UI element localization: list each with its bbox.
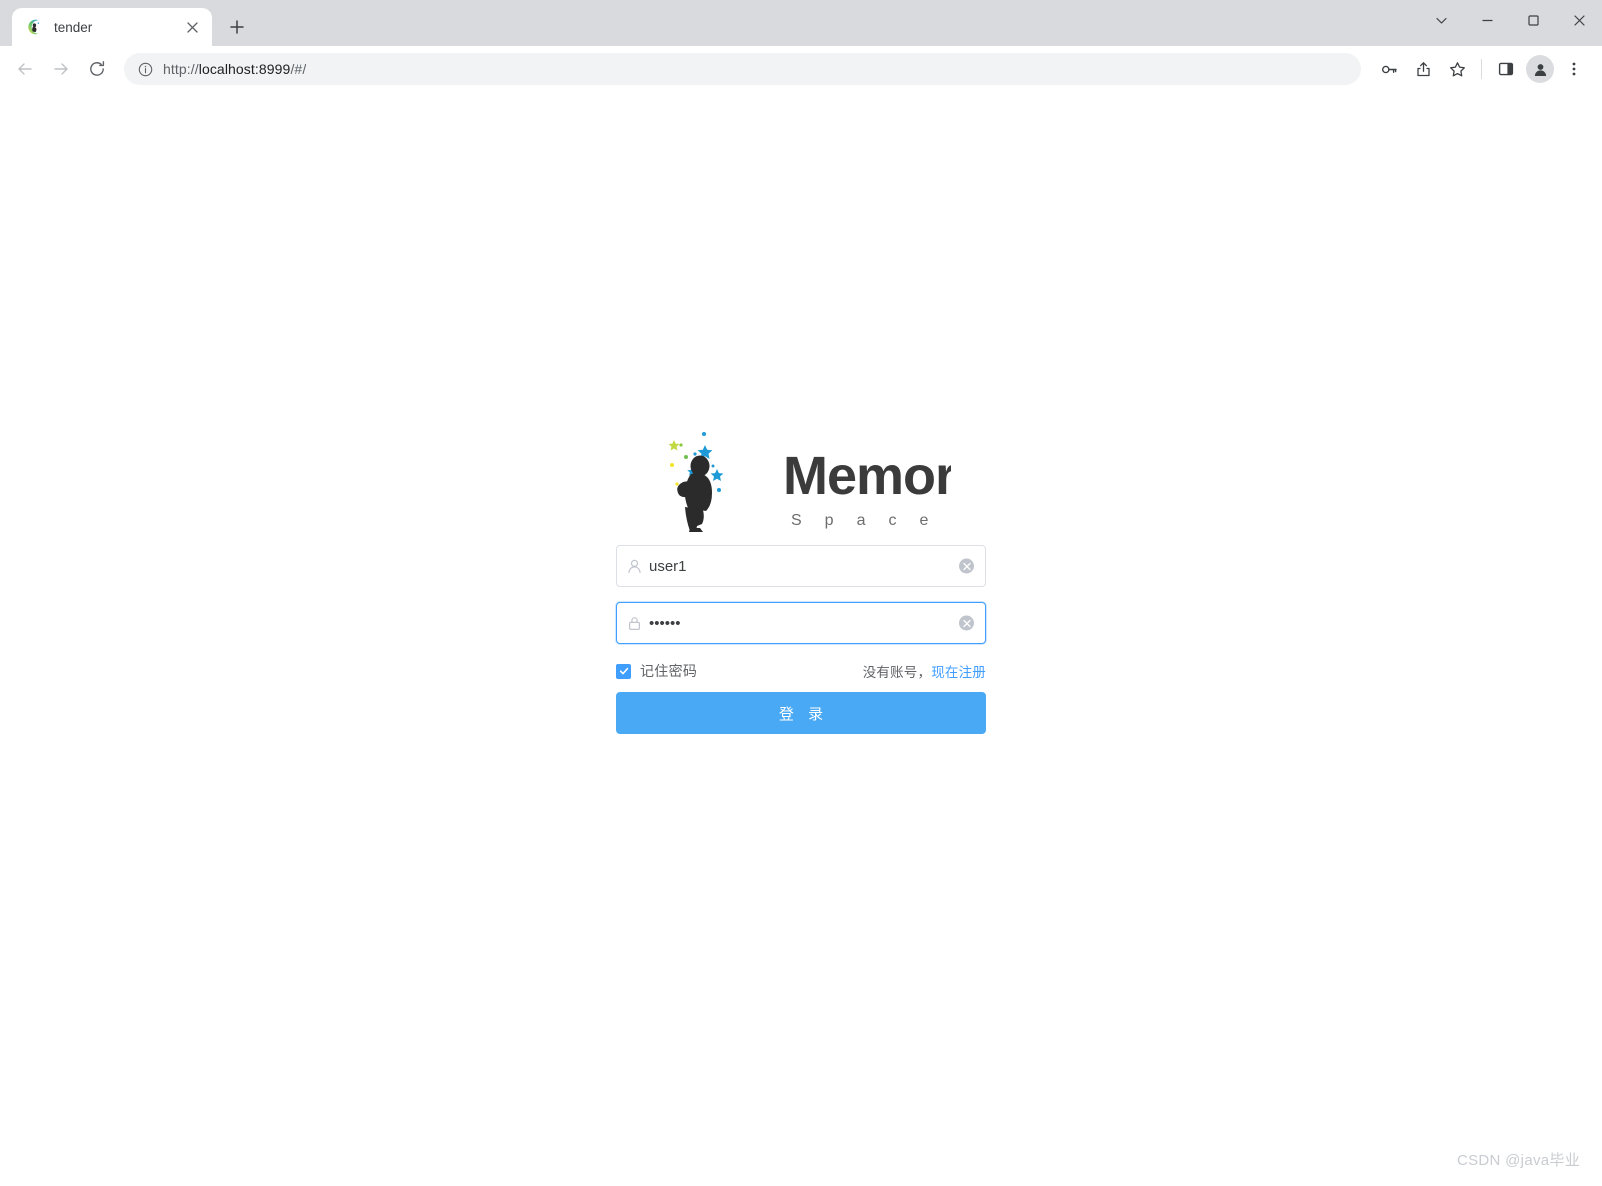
register-hint-text: 没有账号， bbox=[862, 665, 932, 680]
register-hint: 没有账号，现在注册 bbox=[863, 661, 986, 681]
url-suffix: /#/ bbox=[290, 61, 307, 77]
login-button[interactable]: 登 录 bbox=[616, 692, 986, 734]
window-close-icon[interactable] bbox=[1556, 0, 1602, 40]
page-viewport: Memory Space bbox=[0, 92, 1602, 1186]
browser-window: tender http://localhost:8999/#/ Memor Sp… bbox=[0, 0, 1602, 1186]
password-clear-icon[interactable] bbox=[959, 615, 974, 631]
logo-brand-subtitle: Space bbox=[791, 512, 951, 529]
memory-space-logo: Memory Space bbox=[668, 420, 951, 532]
login-form: 记住密码 没有账号，现在注册 登 录 bbox=[616, 545, 986, 734]
remember-password-group[interactable]: 记住密码 bbox=[616, 661, 697, 681]
key-icon[interactable] bbox=[1373, 53, 1405, 85]
moon-logo-favicon-icon bbox=[28, 19, 40, 35]
register-link[interactable]: 现在注册 bbox=[931, 665, 986, 680]
username-clear-icon[interactable] bbox=[959, 558, 974, 574]
remember-password-checkbox[interactable] bbox=[616, 663, 631, 679]
toolbar-divider bbox=[1481, 59, 1482, 79]
maximize-icon[interactable] bbox=[1510, 0, 1556, 40]
tab-title: tender bbox=[54, 19, 93, 35]
checkmark-icon bbox=[619, 667, 628, 675]
login-container: Memory Space bbox=[0, 412, 1602, 734]
address-bar[interactable]: http://localhost:8999/#/ bbox=[124, 53, 1361, 85]
username-field[interactable] bbox=[616, 545, 986, 587]
tab-close-icon[interactable] bbox=[182, 17, 202, 37]
avatar[interactable] bbox=[1526, 55, 1554, 83]
profile-avatar-icon[interactable] bbox=[1524, 53, 1556, 85]
csdn-watermark: CSDN @java毕业 bbox=[1456, 1152, 1580, 1169]
browser-toolbar: http://localhost:8999/#/ bbox=[0, 46, 1602, 92]
user-icon bbox=[627, 559, 642, 574]
url-prefix: http:// bbox=[163, 61, 199, 77]
url-text: http://localhost:8999/#/ bbox=[163, 61, 306, 77]
share-icon[interactable] bbox=[1407, 53, 1439, 85]
username-input[interactable] bbox=[649, 546, 951, 586]
url-host: localhost:8999 bbox=[198, 61, 291, 77]
remember-password-label: 记住密码 bbox=[640, 663, 698, 679]
lock-icon bbox=[627, 616, 642, 631]
browser-tab[interactable]: tender bbox=[12, 8, 212, 46]
tab-strip: tender bbox=[0, 0, 1602, 46]
logo-brand-title: Memory bbox=[783, 446, 951, 506]
password-field[interactable] bbox=[616, 602, 986, 644]
side-panel-icon[interactable] bbox=[1490, 53, 1522, 85]
info-circle-icon[interactable] bbox=[138, 62, 153, 77]
window-controls bbox=[1418, 0, 1602, 40]
reload-icon[interactable] bbox=[80, 52, 114, 86]
chevron-down-icon[interactable] bbox=[1418, 0, 1464, 40]
new-tab-button[interactable] bbox=[222, 12, 252, 42]
back-arrow-icon[interactable] bbox=[8, 52, 42, 86]
forward-arrow-icon[interactable] bbox=[44, 52, 78, 86]
minimize-icon[interactable] bbox=[1464, 0, 1510, 40]
password-input[interactable] bbox=[649, 603, 951, 643]
star-icon[interactable] bbox=[1441, 53, 1473, 85]
options-row: 记住密码 没有账号，现在注册 bbox=[616, 661, 986, 681]
three-dots-menu-icon[interactable] bbox=[1558, 53, 1590, 85]
